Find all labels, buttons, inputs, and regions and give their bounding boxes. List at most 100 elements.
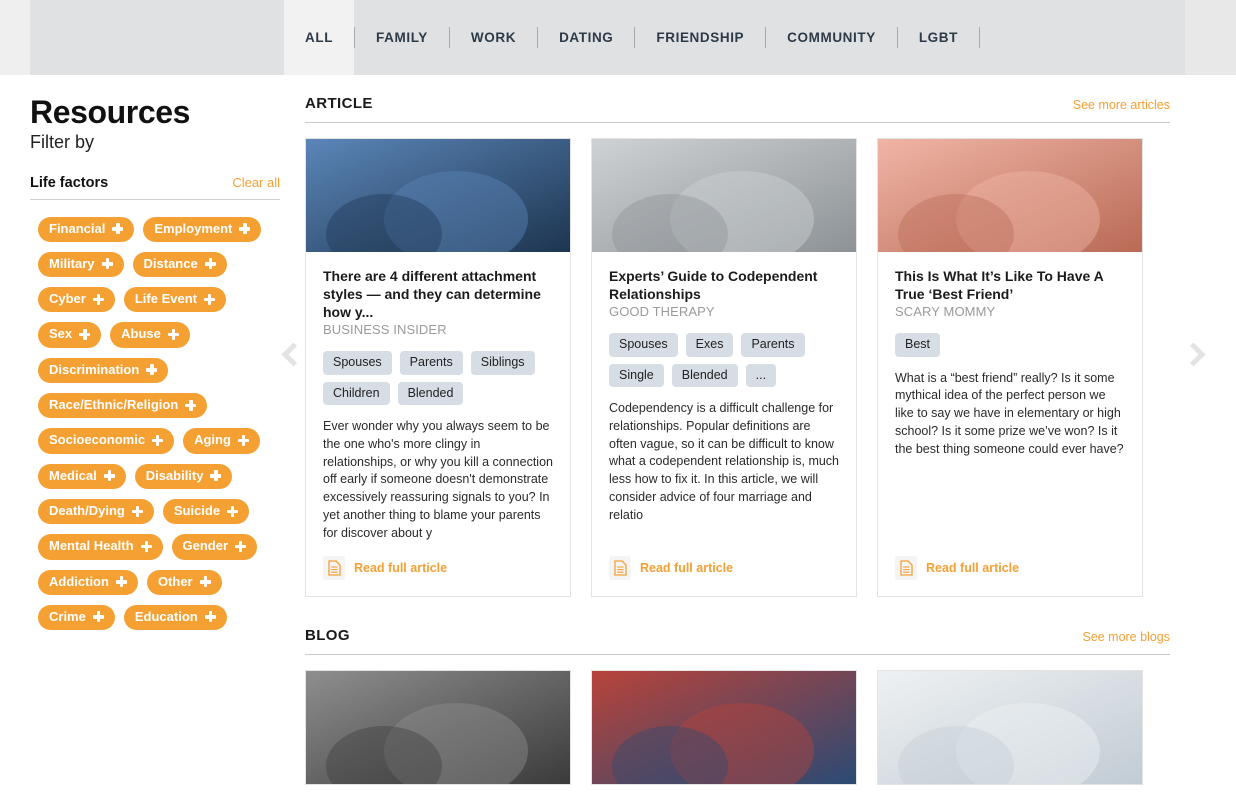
filter-pill-distance[interactable]: Distance <box>132 251 227 278</box>
article-tag[interactable]: Spouses <box>609 333 678 357</box>
blog-thumbnail <box>306 671 570 785</box>
article-title[interactable]: There are 4 different attachment styles … <box>323 267 553 321</box>
filter-pill-medical[interactable]: Medical <box>38 463 126 489</box>
filter-pill-aging[interactable]: Aging <box>183 428 260 454</box>
article-title[interactable]: Experts’ Guide to Codependent Relationsh… <box>609 267 839 303</box>
plus-icon <box>79 329 91 341</box>
article-tag-list: Spouses Exes Parents Single Blended... <box>609 333 839 388</box>
article-thumbnail <box>592 139 856 252</box>
article-card[interactable]: Experts’ Guide to Codependent Relationsh… <box>591 138 857 598</box>
article-tag[interactable]: Parents <box>741 333 805 357</box>
blog-card[interactable] <box>305 670 571 786</box>
filter-pill-disability[interactable]: Disability <box>134 463 233 489</box>
filter-pill-label: Aging <box>194 432 231 448</box>
read-full-article-link[interactable]: Read full article <box>354 561 447 575</box>
filter-pill-label: Race/Ethnic/Religion <box>49 397 179 413</box>
article-tag[interactable]: Blended <box>671 363 738 388</box>
filter-by-label: Filter by <box>30 131 95 152</box>
article-thumbnail <box>306 139 570 252</box>
plus-icon <box>103 470 115 482</box>
chevron-right-icon <box>1180 341 1206 367</box>
tab-lgbt[interactable]: LGBT <box>898 0 979 75</box>
blog-section-header: BLOG See more blogs <box>305 627 1170 656</box>
tab-dating[interactable]: DATING <box>538 0 634 75</box>
filter-pill-label: Mental Health <box>49 538 134 554</box>
article-tag[interactable]: Siblings <box>470 351 535 375</box>
topbar-right-edge <box>1185 0 1236 75</box>
blog-card[interactable] <box>877 670 1143 786</box>
see-more-articles-link[interactable]: See more articles <box>1073 98 1170 112</box>
filter-pill-cyber[interactable]: Cyber <box>38 287 115 313</box>
article-excerpt: Ever wonder why you always seem to be th… <box>323 419 553 540</box>
filter-pill-discrimination[interactable]: Discrimination <box>38 357 169 384</box>
filter-pill-other[interactable]: Other <box>146 569 222 595</box>
tab-family[interactable]: FAMILY <box>355 0 449 75</box>
filter-pill-label: Life Event <box>134 291 197 307</box>
article-tag[interactable]: Single <box>609 363 664 388</box>
read-full-article-link[interactable]: Read full article <box>926 561 1019 575</box>
filter-pill-death-dying[interactable]: Death/Dying <box>38 498 154 525</box>
filter-pill-education[interactable]: Education <box>123 604 227 631</box>
article-tag[interactable]: Children <box>323 381 390 406</box>
article-card[interactable]: This Is What It’s Like To Have A True ‘B… <box>877 138 1143 598</box>
tab-community[interactable]: COMMUNITY <box>766 0 897 75</box>
tab-all[interactable]: ALL <box>284 0 355 75</box>
article-card-body: There are 4 different attachment styles … <box>306 252 570 542</box>
article-source: SCARY MOMMY <box>895 304 996 320</box>
article-card[interactable]: There are 4 different attachment styles … <box>305 138 571 598</box>
plus-icon <box>115 576 127 588</box>
article-carousel: There are 4 different attachment styles … <box>280 138 1206 598</box>
plus-icon <box>167 329 179 341</box>
filter-pill-label: Cyber <box>49 291 86 307</box>
article-card-footer[interactable]: Read full article <box>592 542 856 596</box>
filter-pill-life-event[interactable]: Life Event <box>123 287 226 313</box>
carousel-next-button[interactable] <box>1180 334 1206 374</box>
article-tag[interactable]: Blended <box>397 381 464 406</box>
filter-pill-label: Crime <box>49 608 86 624</box>
plus-icon <box>131 505 143 517</box>
article-tag[interactable]: ... <box>745 363 777 388</box>
document-icon <box>895 556 917 581</box>
filter-pill-employment[interactable]: Employment <box>143 216 262 242</box>
article-tag-list: Best <box>895 333 1125 357</box>
article-tag[interactable]: Spouses <box>323 351 392 375</box>
filter-pill-addiction[interactable]: Addiction <box>38 569 138 595</box>
filter-pill-socioeconomic[interactable]: Socioeconomic <box>38 428 175 454</box>
see-more-blogs-link[interactable]: See more blogs <box>1082 630 1170 644</box>
filter-pill-label: Financial <box>49 220 106 236</box>
clear-all-button[interactable]: Clear all <box>232 175 280 190</box>
plus-icon <box>185 399 197 411</box>
life-factors-header: Life factors Clear all <box>30 175 280 200</box>
life-factors-label: Life factors <box>30 174 109 191</box>
carousel-prev-button[interactable] <box>280 334 306 374</box>
document-icon <box>609 556 631 581</box>
filter-pill-crime[interactable]: Crime <box>38 604 115 631</box>
filter-pill-military[interactable]: Military <box>38 251 124 278</box>
filter-pill-suicide[interactable]: Suicide <box>162 498 250 525</box>
article-tag[interactable]: Parents <box>399 351 463 375</box>
article-title[interactable]: This Is What It’s Like To Have A True ‘B… <box>895 267 1125 303</box>
read-full-article-link[interactable]: Read full article <box>640 561 733 575</box>
filter-pill-sex[interactable]: Sex <box>38 322 102 348</box>
article-thumbnail <box>878 139 1142 252</box>
filter-pill-gender[interactable]: Gender <box>171 534 258 560</box>
article-source: GOOD THERAPY <box>609 304 715 320</box>
filter-pill-abuse[interactable]: Abuse <box>110 322 190 348</box>
filter-pill-race-ethnic-religion[interactable]: Race/Ethnic/Religion <box>38 393 208 419</box>
filter-sidebar: Resources Filter by Life factors Clear a… <box>30 95 285 631</box>
filter-pill-financial[interactable]: Financial <box>38 216 135 242</box>
plus-icon <box>210 470 222 482</box>
article-card-footer[interactable]: Read full article <box>306 542 570 596</box>
filter-pill-mental-health[interactable]: Mental Health <box>38 534 163 560</box>
article-card-body: Experts’ Guide to Codependent Relationsh… <box>592 252 856 542</box>
tab-work[interactable]: WORK <box>450 0 537 75</box>
tab-friendship[interactable]: FRIENDSHIP <box>635 0 765 75</box>
plus-icon <box>237 434 249 446</box>
article-tag[interactable]: Exes <box>685 333 734 357</box>
article-tag[interactable]: Best <box>895 333 941 357</box>
plus-icon <box>203 293 215 305</box>
blog-card[interactable] <box>591 670 857 786</box>
filter-pill-label: Socioeconomic <box>49 432 146 448</box>
plus-icon <box>227 505 239 517</box>
article-card-footer[interactable]: Read full article <box>878 542 1142 596</box>
